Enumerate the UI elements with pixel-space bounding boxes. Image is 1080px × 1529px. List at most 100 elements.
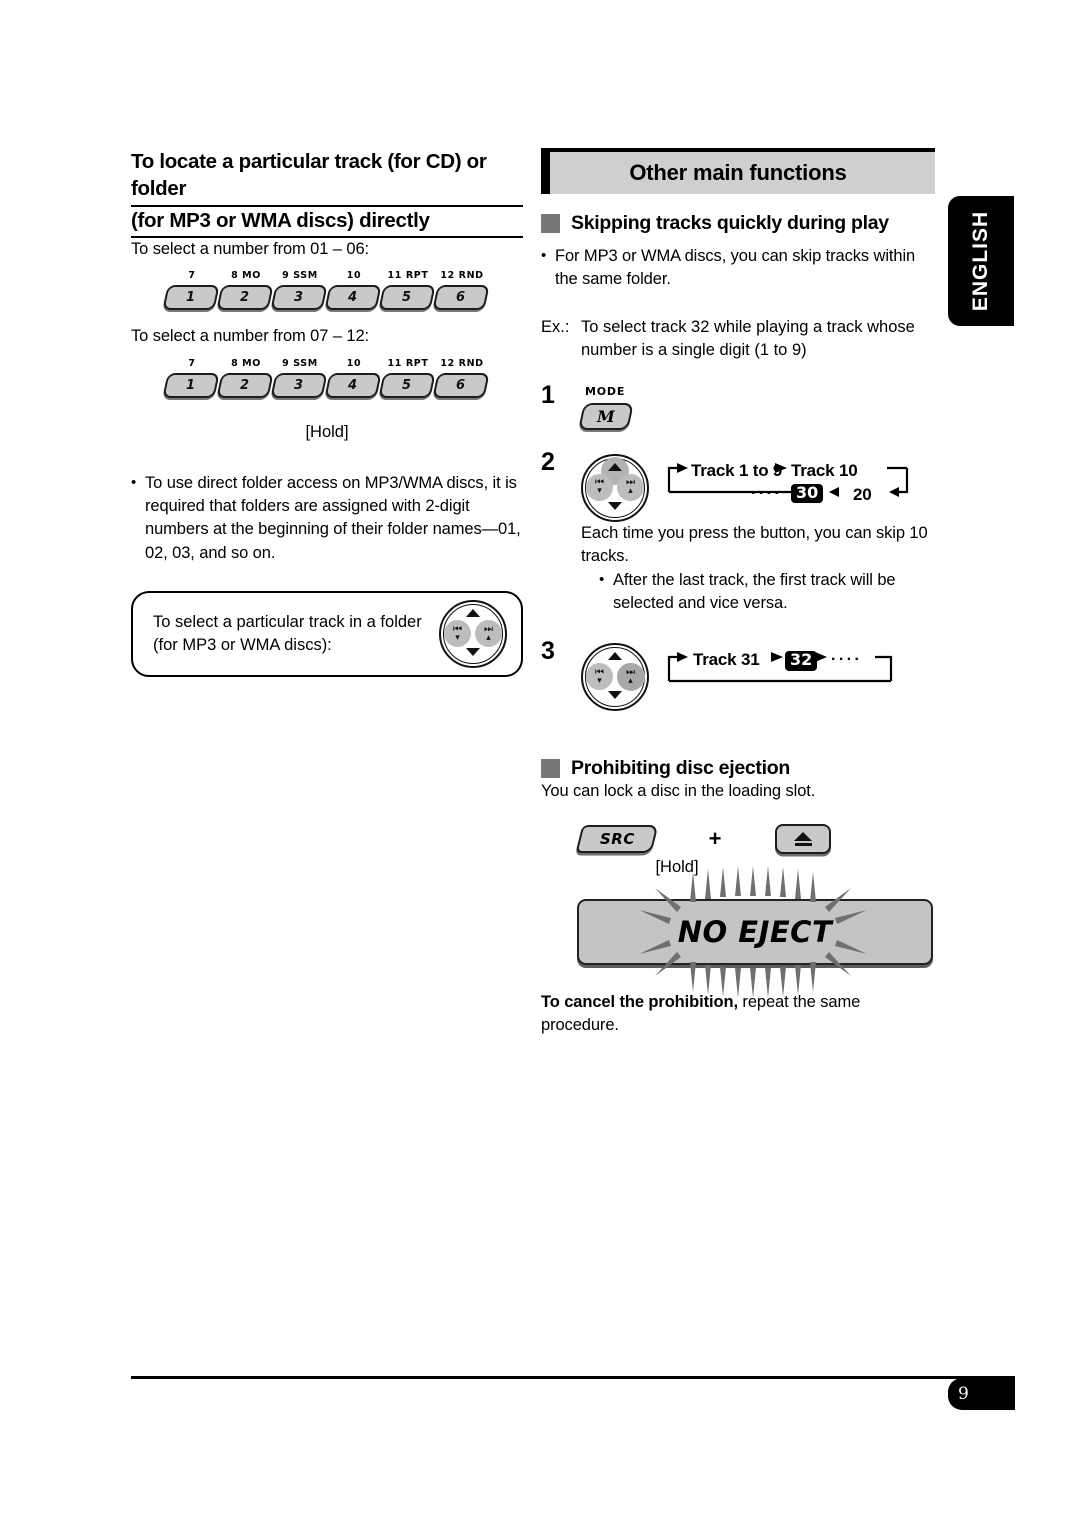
number-key-4-hold[interactable]: 4 bbox=[324, 372, 382, 398]
eject-icon bbox=[794, 831, 812, 846]
step-3-flow-dots: ···· bbox=[831, 651, 863, 669]
key-group-4[interactable]: 10 4 bbox=[324, 269, 382, 311]
joystick-next-track-button[interactable]: ⏭ ▴ bbox=[617, 473, 644, 501]
step-2-sub-bullet-text: After the last track, the first track wi… bbox=[613, 570, 896, 612]
step-2-flow-track-1-to-9: Track 1 to 9 bbox=[691, 460, 783, 480]
joystick-prev-track-button[interactable]: ⏮ ▾ bbox=[586, 473, 613, 501]
step-2-note: Each time you press the button, you can … bbox=[581, 523, 928, 566]
right-column: Other main functions Skipping tracks qui… bbox=[541, 148, 935, 1038]
callout-line-1: To select a particular track in a folder bbox=[153, 612, 422, 631]
number-key-5[interactable]: 5 bbox=[378, 285, 436, 311]
step-3-flow-track-32-badge: 32 bbox=[785, 651, 818, 672]
key-group-11[interactable]: 11 RPT 5 bbox=[378, 357, 436, 398]
select-number-07-12-label: To select a number from 07 – 12: bbox=[131, 327, 370, 346]
chevron-down-icon: ▾ bbox=[597, 675, 602, 686]
key-group-5[interactable]: 11 RPT 5 bbox=[378, 269, 436, 311]
manual-page: To locate a particular track (for CD) or… bbox=[0, 0, 1080, 1529]
key-top-label-8: 8 MO bbox=[231, 357, 261, 369]
number-key-4[interactable]: 4 bbox=[324, 285, 382, 311]
step-3: 3 ⏮ ▾ ⏭ ▴ Track 31 32 ···· bbox=[541, 637, 935, 712]
step-3-number: 3 bbox=[541, 637, 555, 666]
bullet-dot-icon: • bbox=[541, 247, 547, 264]
number-key-5-hold-label: 5 bbox=[402, 377, 412, 393]
step-2-flow-track-20: 20 bbox=[853, 484, 872, 504]
key-group-8[interactable]: 8 MO 2 bbox=[216, 357, 274, 398]
joystick-down-triangle-icon[interactable] bbox=[466, 648, 480, 657]
joystick-step-3[interactable]: ⏮ ▾ ⏭ ▴ bbox=[581, 643, 649, 712]
footer-rule bbox=[131, 1376, 1015, 1379]
src-button[interactable]: SRC bbox=[575, 824, 659, 853]
number-key-4-hold-label: 4 bbox=[348, 377, 358, 393]
square-marker-icon bbox=[541, 214, 560, 233]
chevron-down-icon: ▾ bbox=[597, 486, 602, 497]
key-top-label-5: 11 RPT bbox=[387, 270, 429, 282]
other-main-functions-banner: Other main functions bbox=[541, 148, 935, 194]
joystick-step-2[interactable]: ⏮ ▾ ⏭ ▴ bbox=[581, 453, 649, 522]
left-heading-line-2: (for MP3 or WMA discs) directly bbox=[131, 207, 523, 238]
key-group-6[interactable]: 12 RND 6 bbox=[432, 269, 490, 311]
key-top-label-10: 10 bbox=[346, 357, 362, 369]
step-3-flow-track-31: Track 31 bbox=[693, 650, 760, 670]
joystick-control[interactable]: ⏮ ▾ ⏭ ▴ bbox=[439, 600, 507, 669]
number-key-3-hold-label: 3 bbox=[294, 377, 304, 393]
src-button-label: SRC bbox=[599, 829, 635, 848]
step-2-flow-diagram: Track 1 to 9 Track 10 ···· 30 20 bbox=[663, 454, 913, 521]
left-section-heading: To locate a particular track (for CD) or… bbox=[131, 148, 523, 238]
step-2-flow-track-30-badge: 30 bbox=[791, 483, 824, 504]
key-top-label-12: 12 RND bbox=[440, 357, 484, 369]
language-tab-label: ENGLISH bbox=[969, 210, 992, 312]
page-number-badge: 9 bbox=[948, 1378, 1015, 1410]
square-marker-icon bbox=[541, 759, 560, 779]
key-group-3[interactable]: 9 SSM 3 bbox=[270, 269, 328, 311]
key-top-label-2: 8 MO bbox=[231, 270, 261, 282]
mode-button-label: MODE bbox=[585, 384, 626, 398]
number-key-6-hold[interactable]: 6 bbox=[432, 372, 490, 398]
key-group-7[interactable]: 7 1 bbox=[162, 357, 220, 398]
example-block: Ex.: To select track 32 while playing a … bbox=[541, 316, 935, 363]
bullet-dot-icon: • bbox=[599, 570, 605, 588]
key-group-10[interactable]: 10 4 bbox=[324, 357, 382, 398]
number-key-2-hold[interactable]: 2 bbox=[216, 372, 274, 398]
number-key-1-hold-label: 1 bbox=[186, 377, 196, 393]
key-group-9[interactable]: 9 SSM 3 bbox=[270, 357, 328, 398]
step-2-number: 2 bbox=[541, 447, 555, 476]
joystick-up-triangle-icon[interactable] bbox=[608, 462, 622, 471]
key-top-label-1: 7 bbox=[188, 270, 196, 282]
number-key-3[interactable]: 3 bbox=[270, 285, 328, 311]
eject-button[interactable] bbox=[775, 823, 831, 854]
bullet-dot: • bbox=[131, 473, 137, 491]
number-key-1-hold[interactable]: 1 bbox=[162, 372, 220, 398]
skip-tracks-bullet-text: For MP3 or WMA discs, you can skip track… bbox=[555, 247, 916, 289]
key-top-label-9: 9 SSM bbox=[282, 357, 318, 369]
chevron-down-icon: ▾ bbox=[455, 632, 460, 643]
joystick-down-triangle-icon[interactable] bbox=[608, 501, 622, 510]
mode-button-group[interactable]: MODE M bbox=[578, 384, 634, 430]
key-top-label-3: 9 SSM bbox=[282, 270, 318, 282]
key-group-2[interactable]: 8 MO 2 bbox=[216, 269, 274, 311]
number-key-1[interactable]: 1 bbox=[162, 285, 220, 311]
step-3-flow-diagram: Track 31 32 ···· bbox=[663, 643, 913, 710]
mode-button-glyph: M bbox=[597, 406, 615, 426]
eject-triangle bbox=[794, 831, 812, 841]
key-group-1[interactable]: 7 1 bbox=[162, 269, 220, 311]
direct-folder-access-note: • To use direct folder access on MP3/WMA… bbox=[131, 472, 523, 566]
number-key-1-label: 1 bbox=[186, 290, 196, 306]
src-plus-eject-row: SRC + bbox=[575, 823, 935, 854]
chevron-up-icon: ▴ bbox=[628, 486, 633, 497]
chevron-up-icon: ▴ bbox=[486, 632, 491, 643]
number-key-6[interactable]: 6 bbox=[432, 285, 490, 311]
key-top-label-6: 12 RND bbox=[440, 270, 484, 282]
joystick-up-triangle-icon[interactable] bbox=[466, 609, 480, 618]
left-column: To locate a particular track (for CD) or… bbox=[131, 148, 523, 678]
select-number-01-06-label: To select a number from 01 – 06: bbox=[131, 239, 370, 258]
number-key-5-hold[interactable]: 5 bbox=[378, 372, 436, 398]
joystick-down-triangle-icon[interactable] bbox=[608, 691, 622, 700]
number-key-3-hold[interactable]: 3 bbox=[270, 372, 328, 398]
number-key-2[interactable]: 2 bbox=[216, 285, 274, 311]
joystick-up-triangle-icon[interactable] bbox=[608, 652, 622, 661]
no-eject-text: NO EJECT bbox=[677, 914, 833, 949]
mode-button[interactable]: M bbox=[578, 402, 634, 430]
key-group-12[interactable]: 12 RND 6 bbox=[432, 357, 490, 398]
eject-bar bbox=[794, 842, 812, 846]
number-key-6-hold-label: 6 bbox=[456, 377, 466, 393]
